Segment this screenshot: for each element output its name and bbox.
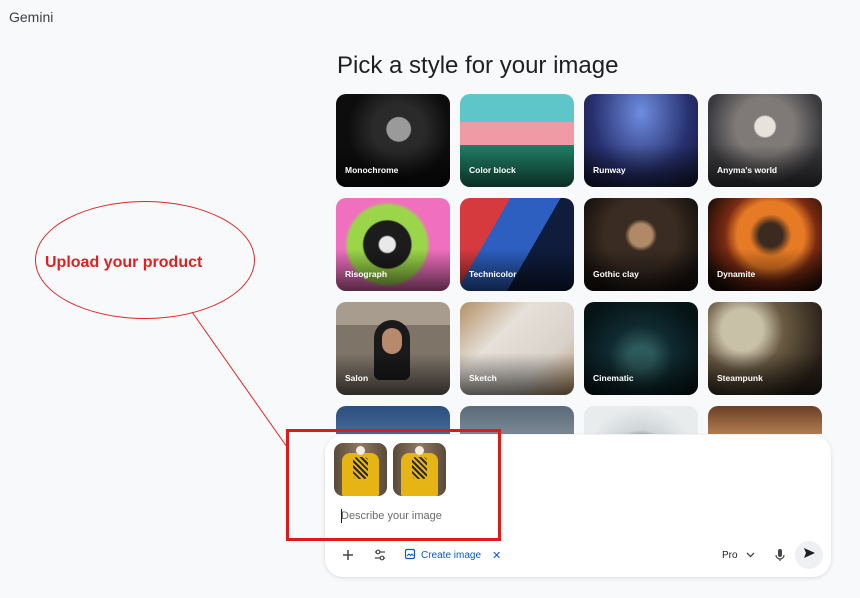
create-image-label: Create image <box>421 549 482 561</box>
send-button[interactable] <box>795 541 823 569</box>
model-label: Pro <box>722 549 738 561</box>
image-icon <box>404 548 416 563</box>
chevron-down-icon <box>746 550 755 561</box>
tune-icon[interactable] <box>371 546 389 564</box>
close-icon[interactable]: ✕ <box>492 549 501 562</box>
annotation-highlight-box <box>286 429 501 541</box>
model-selector[interactable]: Pro <box>722 546 755 564</box>
create-image-chip[interactable]: Create image ✕ <box>404 546 501 564</box>
mic-icon[interactable] <box>772 546 788 564</box>
send-icon <box>803 546 816 564</box>
plus-icon[interactable] <box>339 546 357 564</box>
